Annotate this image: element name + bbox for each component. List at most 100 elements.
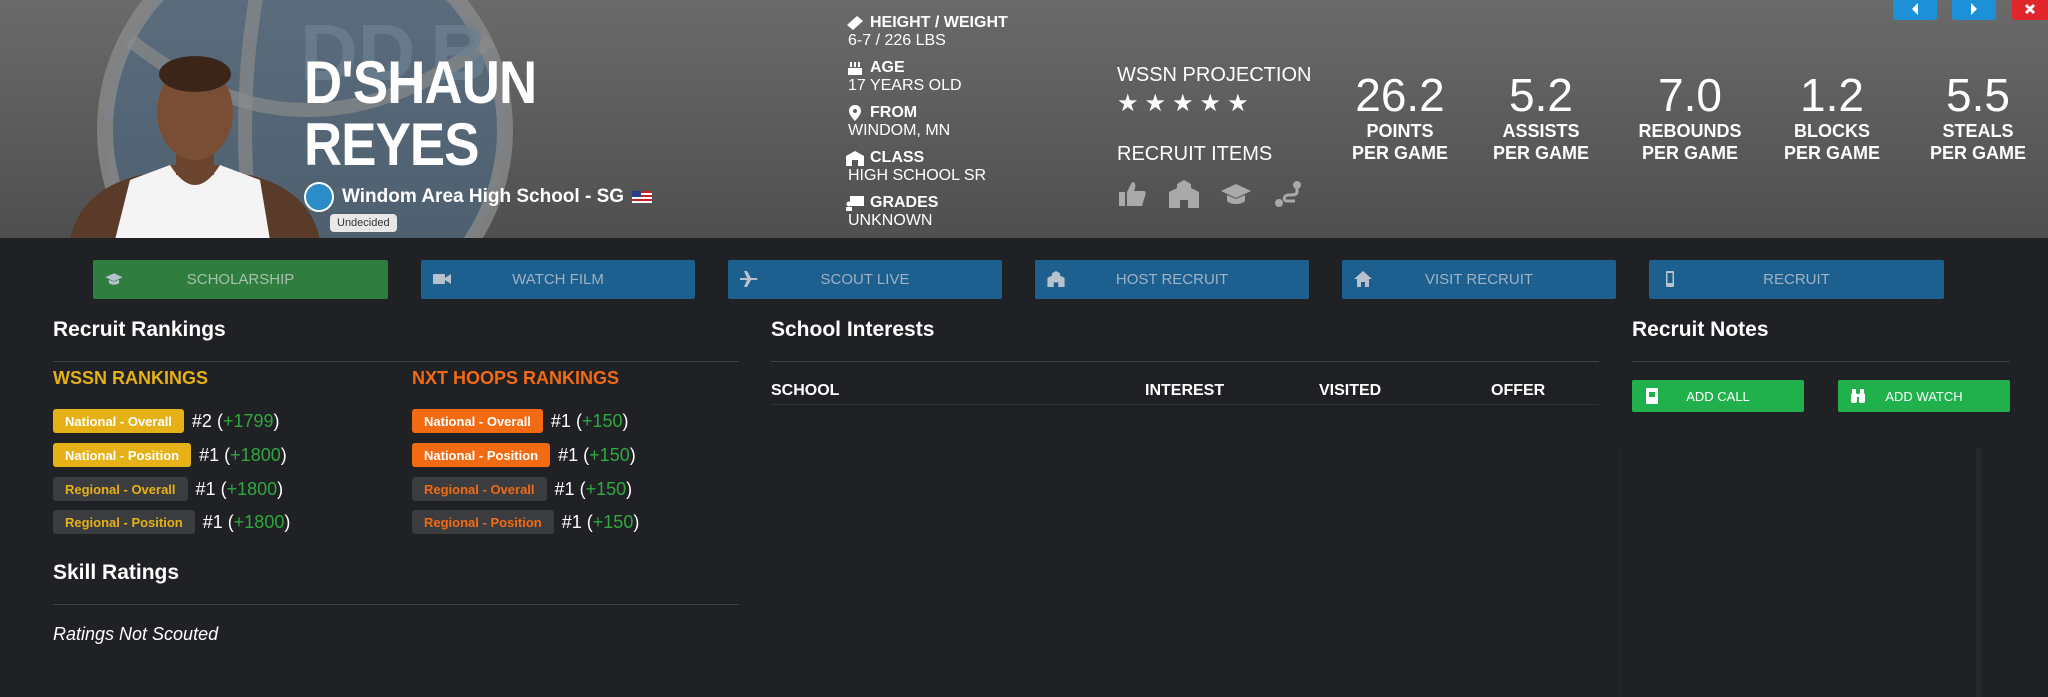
- rank-value: #1 (+1800): [203, 512, 291, 533]
- close-button[interactable]: [2012, 0, 2048, 20]
- rank-delta: +150: [592, 511, 634, 532]
- next-recruit-button[interactable]: [1952, 0, 1996, 20]
- rank-value: #1 (+1800): [196, 479, 284, 500]
- divider: [771, 361, 1599, 362]
- stat-blocks: 1.2 BLOCKS PER GAME: [1772, 70, 1892, 164]
- stat-label-1: ASSISTS: [1502, 121, 1580, 141]
- us-flag-icon: [632, 191, 653, 203]
- projection-title: WSSN PROJECTION: [1117, 64, 1312, 86]
- graduation-cap-icon[interactable]: [1221, 180, 1251, 208]
- table-header-divider: [771, 404, 1599, 405]
- bio-label-text: GRADES: [870, 194, 939, 211]
- school-interests-title: School Interests: [771, 318, 935, 341]
- bio-label-text: FROM: [870, 104, 918, 121]
- rank-delta: +1800: [226, 478, 278, 499]
- rank-type-badge: Regional - Overall: [53, 477, 188, 501]
- arrow-right-icon: [1971, 3, 1977, 15]
- rank-delta: +1799: [222, 410, 274, 431]
- chalkboard-icon: [846, 196, 864, 211]
- notes-scrollbar[interactable]: [1976, 448, 1982, 697]
- rank-number: #1: [199, 444, 220, 465]
- stat-label-1: POINTS: [1366, 121, 1434, 141]
- column-header-offer[interactable]: OFFER: [1491, 382, 1545, 400]
- ratings-empty-text: Ratings Not Scouted: [53, 624, 219, 644]
- scholarship-button[interactable]: SCHOLARSHIP: [93, 260, 388, 299]
- column-header-interest[interactable]: INTEREST: [1145, 382, 1224, 400]
- rank-number: #1: [550, 410, 571, 431]
- star-icon: ★: [1144, 90, 1167, 117]
- skill-ratings-title: Skill Ratings: [53, 561, 180, 584]
- cake-icon: [848, 62, 862, 75]
- add-watch-button[interactable]: ADD WATCH: [1838, 380, 2010, 412]
- stat-label-1: BLOCKS: [1794, 121, 1870, 141]
- rank-number: #1: [202, 511, 223, 532]
- recruit-items-icons: [1117, 180, 1311, 208]
- commitment-status-badge: Undecided: [330, 214, 397, 232]
- stat-value: 1.2: [1800, 69, 1864, 121]
- stat-label-1: STEALS: [1942, 121, 2014, 141]
- stat-label-2: PER GAME: [1929, 143, 2026, 163]
- stat-value: 5.5: [1946, 69, 2010, 121]
- bio-info: HEIGHT / WEIGHT 6-7 / 226 LBS AGE 17 YEA…: [846, 14, 1066, 238]
- rank-type-badge: National - Overall: [412, 409, 543, 433]
- host-recruit-button[interactable]: HOST RECRUIT: [1035, 260, 1309, 299]
- wssn-rank-row: Regional - Position #1 (+1800): [53, 510, 290, 534]
- bio-value-text: 17 YEARS OLD: [848, 77, 962, 94]
- star-icon: ★: [1199, 90, 1222, 117]
- column-header-school[interactable]: SCHOOL: [771, 382, 839, 400]
- arrow-left-icon: [1912, 3, 1918, 15]
- map-pin-icon: [849, 105, 861, 121]
- watch-film-button[interactable]: WATCH FILM: [421, 260, 695, 299]
- rank-paren-close: ): [273, 410, 280, 431]
- nxt-rank-row: National - Position #1 (+150): [412, 443, 636, 467]
- wssn-rankings-heading: WSSN RANKINGS: [53, 368, 209, 388]
- action-label: VISIT RECRUIT: [1424, 271, 1534, 288]
- wssn-rank-row: National - Overall #2 (+1799): [53, 409, 280, 433]
- graduation-cap-icon: [105, 273, 123, 285]
- stat-label-2: PER GAME: [1492, 143, 1589, 163]
- rank-number: #2: [191, 410, 212, 431]
- rank-number: #1: [195, 478, 216, 499]
- rank-type-badge: National - Position: [53, 443, 192, 467]
- visit-recruit-button[interactable]: VISIT RECRUIT: [1342, 260, 1616, 299]
- previous-recruit-button[interactable]: [1893, 0, 1937, 20]
- bio-class: CLASS HIGH SCHOOL SR: [846, 149, 1066, 185]
- action-label: RECRUIT: [1763, 271, 1830, 288]
- thumbs-up-icon[interactable]: [1117, 180, 1147, 208]
- home-icon: [1354, 271, 1372, 287]
- stat-label-2: PER GAME: [1783, 143, 1880, 163]
- player-first-name: D'SHAUN: [304, 49, 537, 116]
- column-header-visited[interactable]: VISITED: [1319, 382, 1381, 400]
- video-camera-icon: [433, 274, 451, 284]
- rank-type-badge: National - Position: [412, 443, 551, 467]
- player-last-name: REYES: [304, 111, 479, 178]
- stat-value: 7.0: [1658, 69, 1722, 121]
- add-call-button[interactable]: ADD CALL: [1632, 380, 1804, 412]
- rank-type-badge: National - Overall: [53, 409, 184, 433]
- rank-value: #1 (+1800): [199, 445, 287, 466]
- scout-live-button[interactable]: SCOUT LIVE: [728, 260, 1002, 299]
- bio-age: AGE 17 YEARS OLD: [846, 59, 1066, 95]
- route-icon[interactable]: [1273, 180, 1303, 208]
- panel-divider: [1618, 448, 1622, 697]
- rank-value: #2 (+1799): [192, 411, 280, 432]
- stat-value: 26.2: [1355, 69, 1445, 121]
- bio-value-text: UNKNOWN: [848, 212, 933, 229]
- stat-assists: 5.2 ASSISTS PER GAME: [1481, 70, 1601, 164]
- bio-label-text: CLASS: [870, 149, 925, 166]
- wssn-rank-row: Regional - Overall #1 (+1800): [53, 477, 283, 501]
- close-icon: [2025, 4, 2035, 14]
- recruit-call-button[interactable]: RECRUIT: [1649, 260, 1944, 299]
- school-building-icon[interactable]: [1169, 180, 1199, 208]
- school-name: Windom Area High School - SG: [342, 186, 625, 207]
- school-logo-icon: [304, 182, 334, 212]
- nxt-rankings-heading: NXT HOOPS RANKINGS: [412, 368, 620, 388]
- rank-delta: +150: [589, 444, 630, 465]
- divider: [53, 604, 739, 605]
- nxt-rank-row: Regional - Position #1 (+150): [412, 510, 639, 534]
- rank-number: #1: [561, 511, 582, 532]
- star-icon: ★: [1227, 90, 1249, 117]
- action-label: WATCH FILM: [512, 271, 604, 288]
- rank-number: #1: [554, 478, 575, 499]
- rank-paren-close: ): [622, 410, 629, 431]
